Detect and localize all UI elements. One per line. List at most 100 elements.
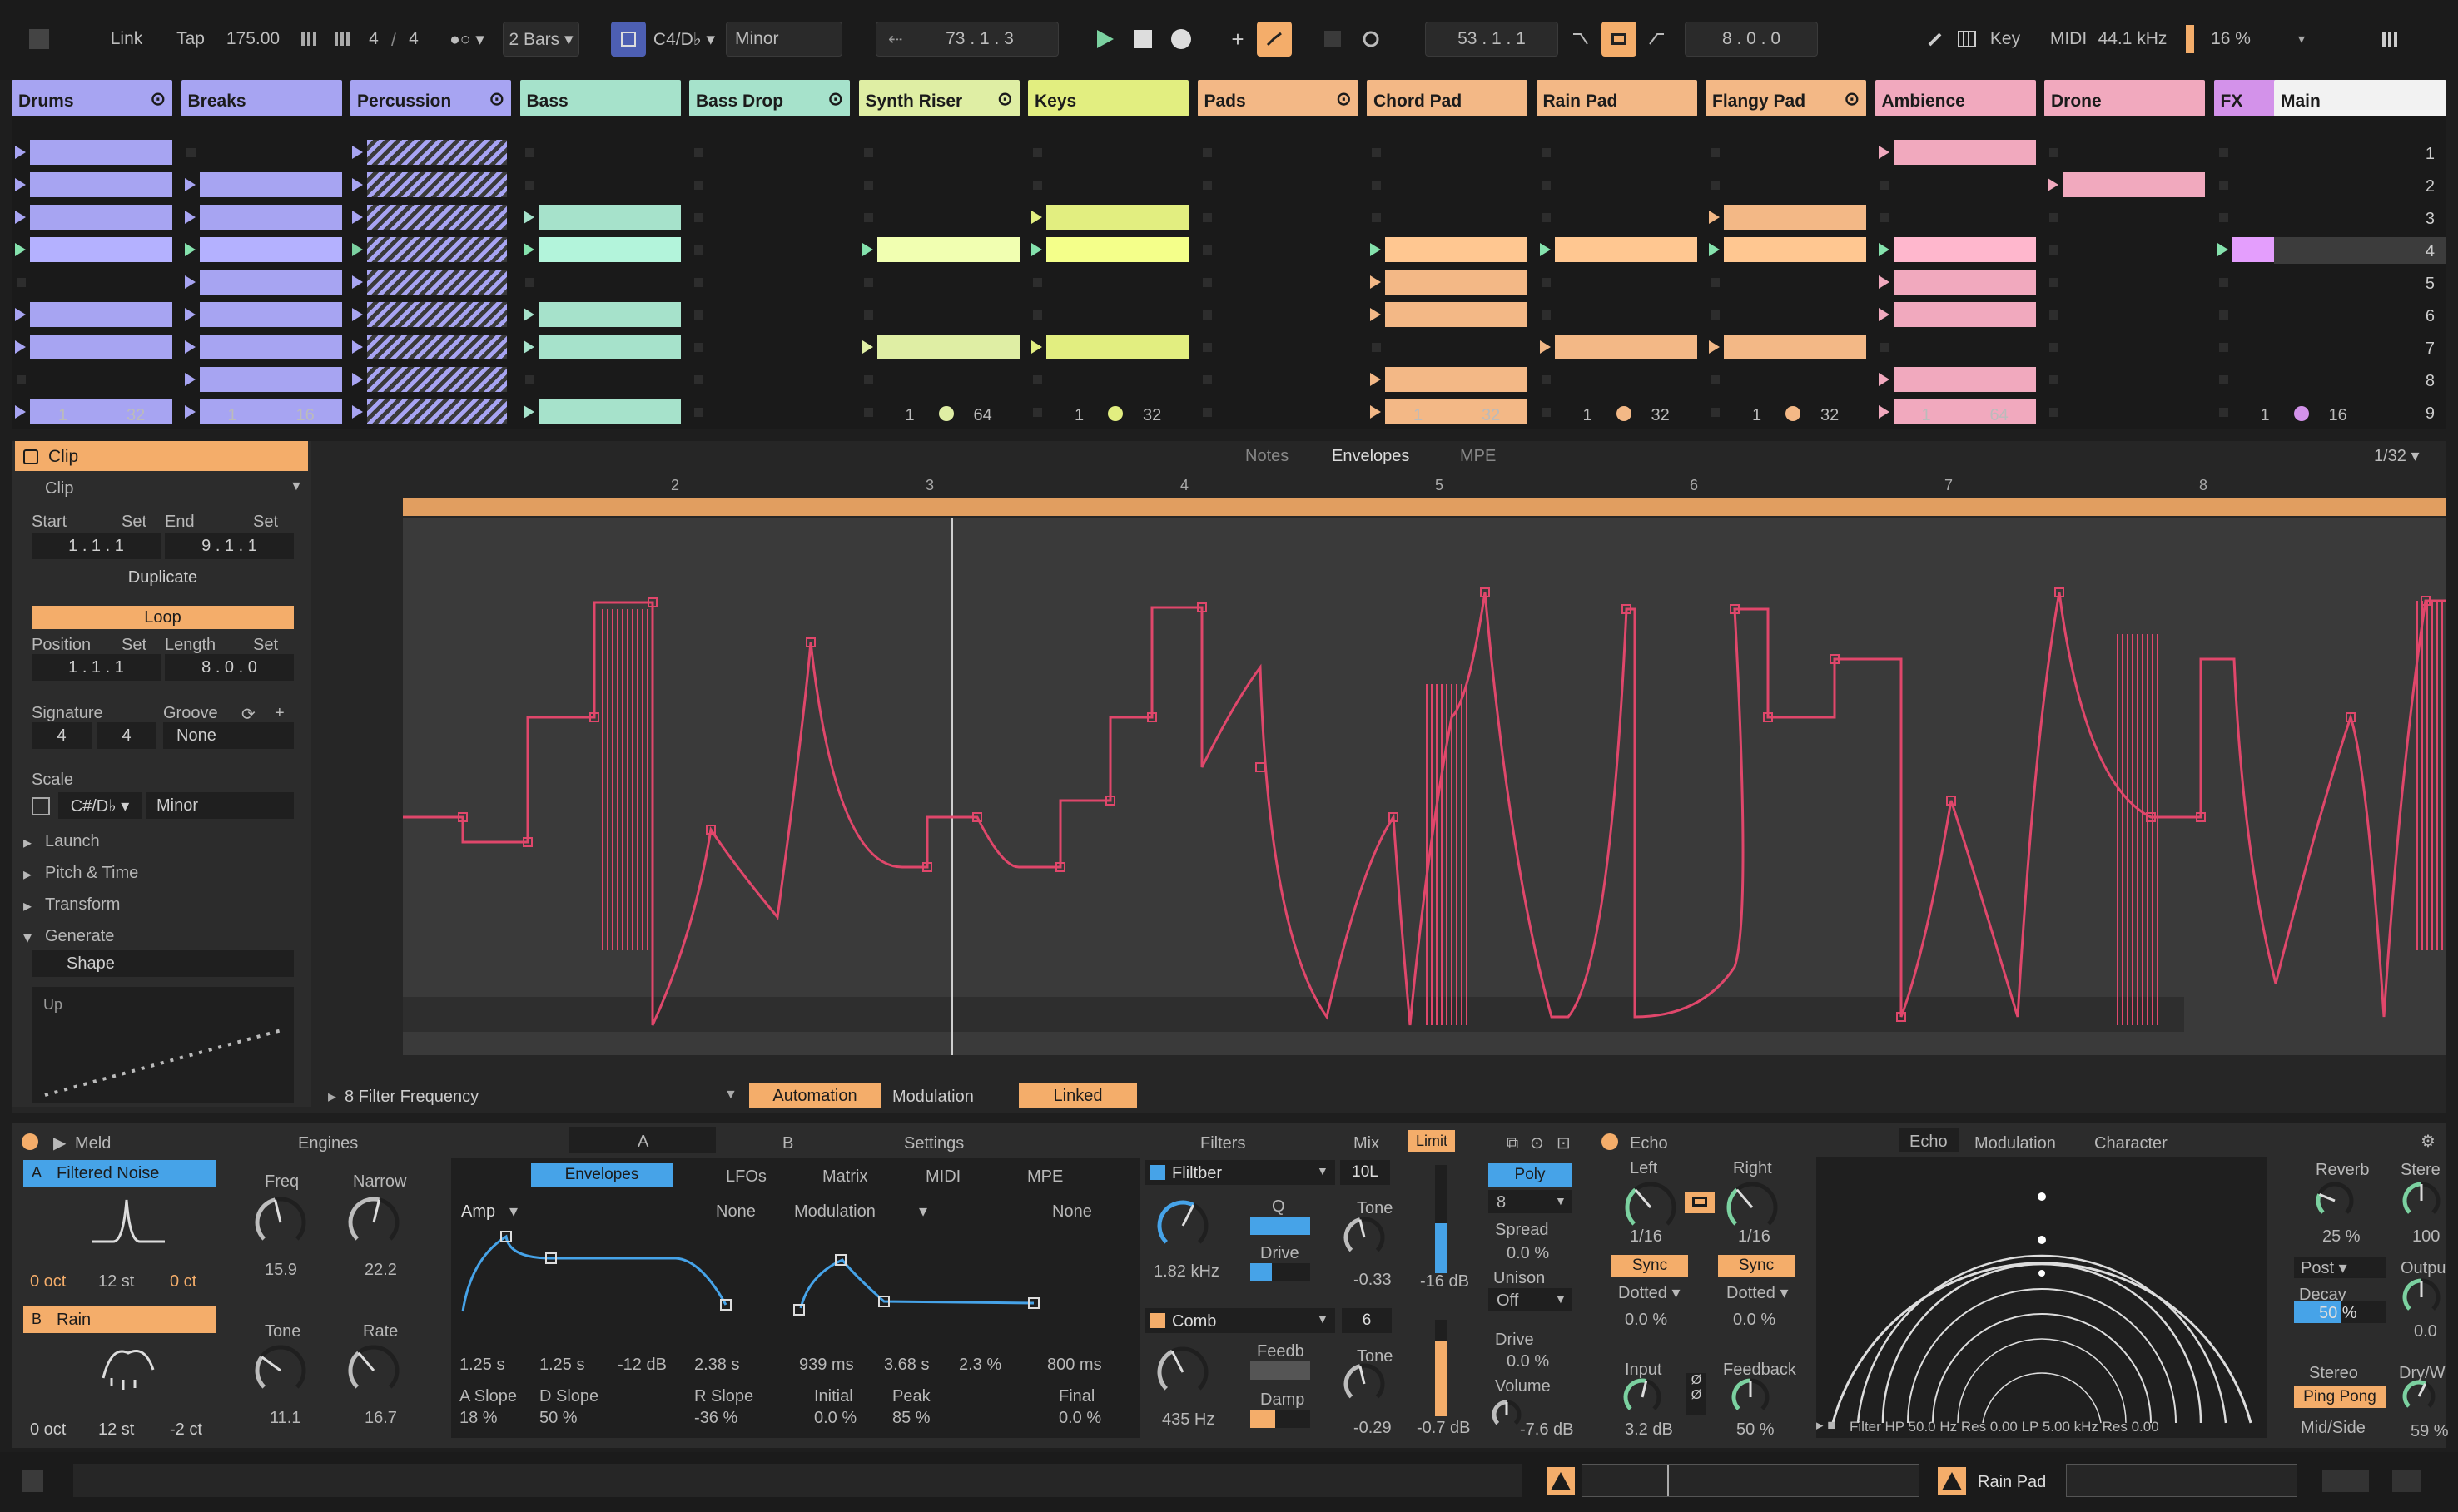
clip-stop-icon[interactable]	[186, 148, 196, 157]
scale-root-menu[interactable]: C4/D♭ ▾	[649, 22, 719, 57]
clip-slot[interactable]	[1706, 270, 1866, 295]
clip-stop-icon[interactable]	[1033, 148, 1042, 157]
clip-play-icon[interactable]	[1370, 308, 1381, 321]
clip-stop-icon[interactable]	[2218, 343, 2228, 352]
limit-button[interactable]: Limit	[1408, 1130, 1455, 1152]
filter-a-freq-knob[interactable]	[1155, 1198, 1210, 1253]
clip-stop-icon[interactable]	[1202, 148, 1212, 157]
record-button[interactable]	[1164, 22, 1199, 57]
key-map-button[interactable]: Key	[1984, 22, 2026, 57]
clip-slot[interactable]	[1198, 302, 1358, 327]
groove-add-icon[interactable]: +	[275, 704, 285, 723]
scene-slot[interactable]: 9	[2274, 399, 2446, 426]
scene-slot[interactable]: 6	[2274, 302, 2446, 329]
launch-quantize[interactable]: 1	[1922, 406, 1931, 425]
amp-sustain-value[interactable]: -12 dB	[618, 1356, 667, 1373]
clip-slot[interactable]	[689, 367, 850, 392]
clip-slot[interactable]	[181, 140, 342, 165]
settings-tab[interactable]: Settings	[904, 1135, 964, 1152]
output-knob[interactable]	[2401, 1277, 2442, 1318]
d-slope-value[interactable]: 50 %	[539, 1410, 578, 1426]
clip-slot[interactable]	[1537, 172, 1697, 197]
bar-ruler[interactable]: 2 3 4 5 6 7 8	[403, 473, 2446, 498]
clip-play-icon[interactable]	[862, 340, 873, 354]
clip-slot[interactable]	[1028, 172, 1189, 197]
clip-slot[interactable]	[520, 302, 681, 327]
scale-mode-menu[interactable]: Minor	[726, 22, 842, 57]
launch-expand-icon[interactable]: ▸	[23, 832, 32, 853]
signature-numerator[interactable]: 4	[32, 722, 92, 749]
clip-slot[interactable]	[350, 237, 511, 262]
end-field[interactable]: 9 . 1 . 1	[165, 533, 294, 559]
clip[interactable]	[352, 367, 507, 392]
clip-stop-icon[interactable]	[694, 213, 703, 222]
ping-pong-button[interactable]: Ping Pong	[2294, 1386, 2386, 1408]
clip-slot[interactable]	[181, 367, 342, 392]
tempo-field[interactable]: 175.00	[220, 22, 286, 57]
narrow-knob[interactable]	[346, 1195, 401, 1250]
scene-slot[interactable]: 3	[2274, 205, 2446, 231]
envelopes-tab[interactable]: Envelopes	[531, 1163, 673, 1187]
clip-stop-icon[interactable]	[1202, 245, 1212, 255]
dry-wet-knob[interactable]	[2401, 1378, 2437, 1415]
clip-slot[interactable]	[1537, 205, 1697, 230]
clip-play-icon[interactable]	[1709, 340, 1720, 354]
clip-play-icon[interactable]	[1031, 340, 1042, 354]
midi-tab[interactable]: MIDI	[926, 1168, 961, 1185]
mix-b-knob[interactable]	[1342, 1361, 1387, 1406]
reverb-knob[interactable]	[2314, 1180, 2356, 1222]
clip[interactable]	[352, 335, 507, 359]
stereo-width-knob[interactable]	[2401, 1180, 2442, 1222]
clip-length[interactable]: 32	[1651, 406, 1670, 425]
clip[interactable]	[352, 205, 507, 230]
clip-stop-icon[interactable]	[2049, 213, 2058, 222]
echo-filter-readout[interactable]: Filter HP 50.0 Hz Res 0.00 LP 5.00 kHz R…	[1850, 1420, 2159, 1434]
phase-toggle-icon[interactable]: ØØ	[1686, 1373, 1706, 1415]
engine-b-tab[interactable]: B	[782, 1135, 793, 1152]
clip-stop-icon[interactable]	[1372, 213, 1381, 222]
clip-slot[interactable]	[689, 335, 850, 359]
osc-b-detune[interactable]: -2 ct	[170, 1421, 202, 1438]
clip-slot[interactable]	[181, 237, 342, 262]
clip[interactable]	[15, 205, 172, 230]
clip-stop-icon[interactable]	[2049, 245, 2058, 255]
loop-switch-icon[interactable]	[1353, 22, 1388, 57]
clip-stop-icon[interactable]	[1711, 278, 1720, 287]
clip-stop-icon[interactable]	[863, 310, 873, 320]
clip[interactable]	[352, 270, 507, 295]
clip-slot[interactable]	[520, 172, 681, 197]
link-channels-icon[interactable]	[1685, 1192, 1715, 1213]
clip-slot[interactable]	[1198, 237, 1358, 262]
clip-play-icon[interactable]	[184, 340, 196, 354]
clip[interactable]	[184, 302, 342, 327]
track-header[interactable]: Keys	[1028, 80, 1189, 116]
clip[interactable]	[862, 237, 1020, 262]
clip-slot[interactable]	[2044, 140, 2205, 165]
clip-stop-icon[interactable]	[1541, 278, 1551, 287]
clip-slot[interactable]	[859, 140, 1020, 165]
clip-play-icon[interactable]	[15, 340, 26, 354]
spread-value[interactable]: 0.0 %	[1507, 1245, 1549, 1262]
clip[interactable]	[1370, 302, 1527, 327]
chevron-down-icon[interactable]: ▼	[724, 1088, 737, 1102]
pitch-expand-icon[interactable]: ▸	[23, 864, 32, 885]
decay-slider[interactable]: 50 %	[2294, 1301, 2386, 1323]
clip-play-icon[interactable]	[184, 178, 196, 191]
transform-expand-icon[interactable]: ▸	[23, 895, 32, 916]
clip-play-icon[interactable]	[1878, 373, 1889, 386]
clip[interactable]	[184, 270, 342, 295]
clip-stop-icon[interactable]	[1202, 375, 1212, 384]
group-fold-icon[interactable]: ⊙	[828, 88, 843, 110]
clip[interactable]	[862, 335, 1020, 359]
clip-stop-icon[interactable]	[1880, 213, 1889, 222]
play-button[interactable]	[1087, 22, 1122, 57]
clip-slot[interactable]	[181, 270, 342, 295]
clip-play-icon[interactable]	[352, 308, 363, 321]
clip-stop-icon[interactable]	[1202, 278, 1212, 287]
clip-slot[interactable]	[1198, 172, 1358, 197]
damp-slider[interactable]	[1250, 1410, 1310, 1428]
clip[interactable]	[1031, 237, 1189, 262]
filter-b-freq-knob[interactable]	[1155, 1345, 1210, 1400]
clip-stop-icon[interactable]	[1880, 343, 1889, 352]
clip-stop-icon[interactable]	[1541, 213, 1551, 222]
